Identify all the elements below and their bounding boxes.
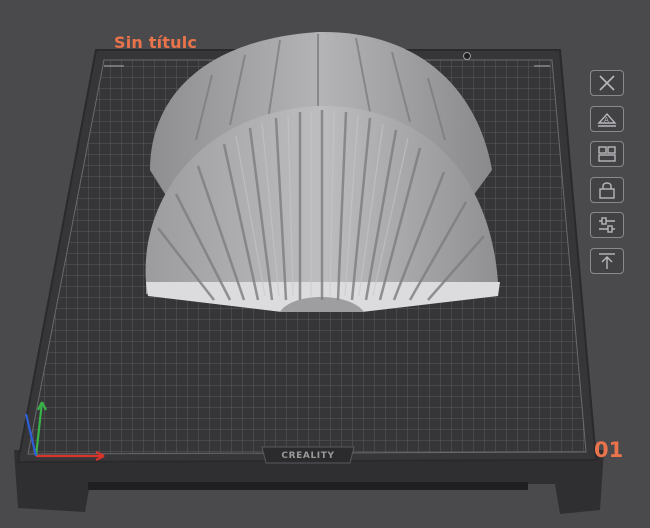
build-plate-scene[interactable]: [0, 0, 650, 528]
arrange-button[interactable]: [590, 141, 624, 168]
plate-origin-marker: [463, 52, 471, 60]
plate-number: 01: [594, 438, 624, 462]
move-to-top-button[interactable]: [590, 247, 624, 274]
auto-orient-button[interactable]: A: [590, 105, 624, 132]
plate-toolbar: A: [590, 70, 626, 284]
lock-icon: [599, 182, 615, 199]
arrange-icon: [598, 146, 616, 162]
plate-settings-button[interactable]: [590, 212, 624, 239]
plate-title[interactable]: Sin títulc: [114, 33, 197, 52]
lock-plate-button[interactable]: [590, 176, 624, 203]
plate-settings-icon: [599, 217, 615, 234]
auto-orient-icon: A: [597, 112, 617, 127]
plate-rear-edge: [88, 482, 528, 490]
close-plate-button[interactable]: [590, 70, 624, 96]
brand-logo: CREALITY: [281, 451, 335, 461]
close-x-icon: [599, 75, 615, 91]
svg-text:A: A: [604, 116, 609, 124]
3d-viewport[interactable]: Sin títulc 01 CREALITY A: [0, 0, 650, 528]
move-to-top-icon: [599, 253, 615, 269]
